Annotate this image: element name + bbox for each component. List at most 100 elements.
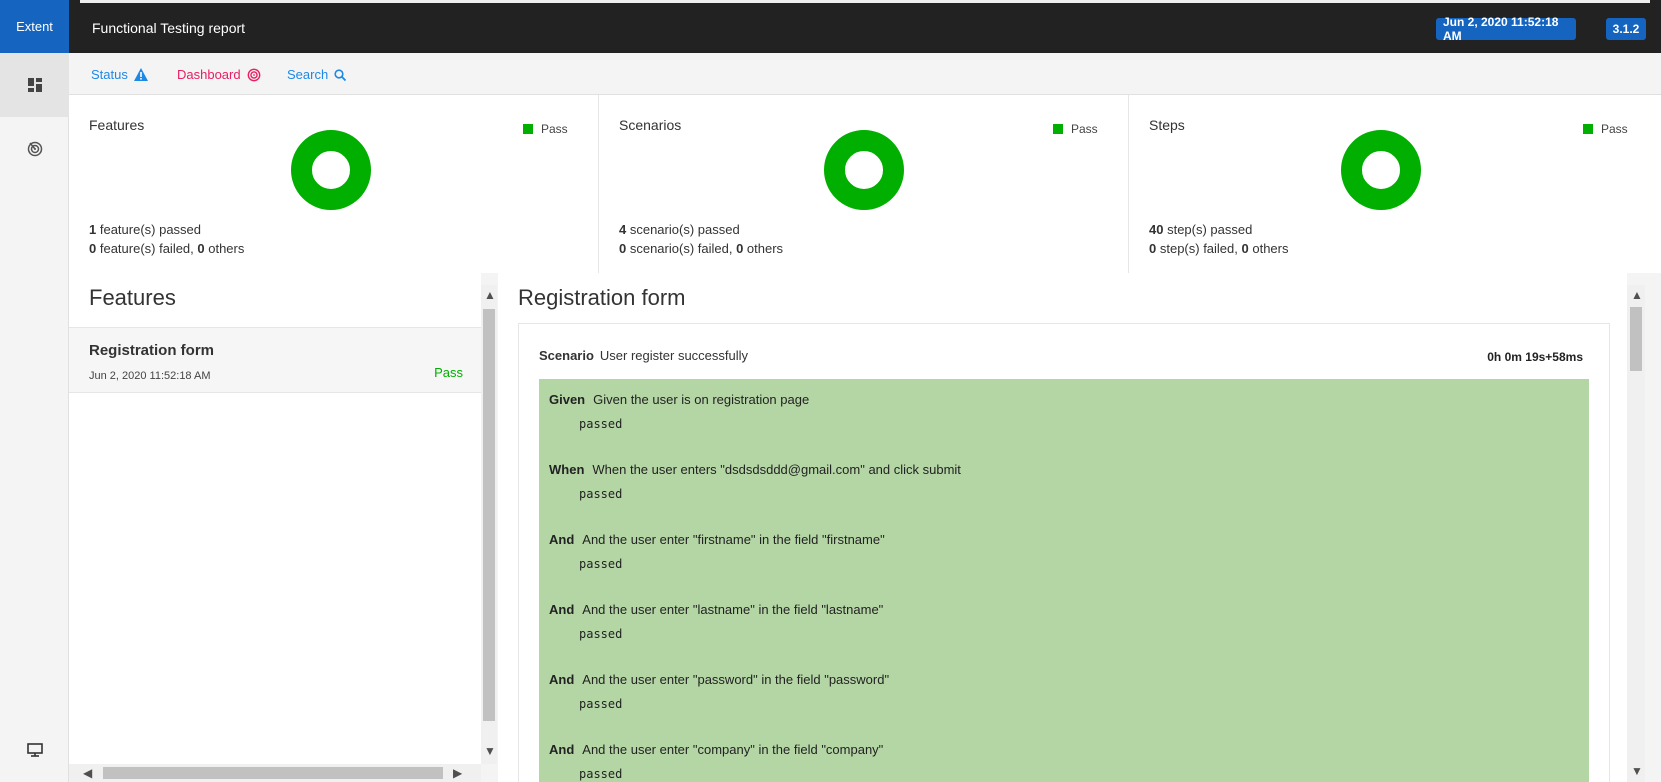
passed-summary: 40 step(s) passed <box>1149 222 1252 237</box>
passed-summary: 4 scenario(s) passed <box>619 222 740 237</box>
step-line: And And the user enter "lastname" in the … <box>549 602 883 617</box>
scenarios-card: Scenarios Pass 4 scenario(s) passed 0 sc… <box>599 95 1129 273</box>
step-text: And the user enter "firstname" in the fi… <box>582 532 885 547</box>
dashboard-link[interactable]: Dashboard <box>177 67 261 82</box>
feature-list-item[interactable]: Registration form Jun 2, 2020 11:52:18 A… <box>69 327 481 393</box>
step-text: When the user enters "dsdsdsddd@gmail.co… <box>592 462 961 477</box>
chart-legend: Pass <box>523 122 568 136</box>
others-text: others <box>743 241 784 256</box>
detail-vertical-scrollbar[interactable]: ▲ ▼ <box>1627 285 1645 782</box>
step-keyword: When <box>549 462 585 477</box>
step-status: passed <box>579 417 623 431</box>
legend-label: Pass <box>1601 122 1628 136</box>
scenario-name: User register successfully <box>599 348 749 363</box>
features-vertical-scrollbar[interactable]: ▲ ▼ <box>481 285 497 764</box>
scenario-card: Scenario User register successfully 0h 0m… <box>518 323 1610 782</box>
search-link-label: Search <box>287 67 329 82</box>
failed-summary: 0 feature(s) failed, 0 others <box>89 241 244 256</box>
donut-pass-segment <box>291 130 371 210</box>
step-keyword: And <box>549 742 575 757</box>
chart-legend: Pass <box>1053 122 1098 136</box>
failed-summary: 0 step(s) failed, 0 others <box>1149 241 1288 256</box>
step-line: And And the user enter "password" in the … <box>549 672 889 687</box>
features-panel: Features Registration form Jun 2, 2020 1… <box>69 273 481 782</box>
report-date-badge: Jun 2, 2020 11:52:18 AM <box>1436 15 1576 43</box>
top-strip <box>80 0 1650 3</box>
version-badge: 3.1.2 <box>1606 18 1646 40</box>
step-line: When When the user enters "dsdsdsddd@gmai… <box>549 462 961 477</box>
feature-detail-panel: Registration form Scenario User register … <box>498 273 1627 782</box>
status-link[interactable]: Status <box>91 67 148 82</box>
nav-radar-view[interactable] <box>0 117 69 181</box>
step-item: And And the user enter "firstname" in the… <box>549 519 1579 579</box>
warning-icon <box>133 68 148 81</box>
features-horizontal-scrollbar[interactable]: ◀ ▶ <box>69 764 481 782</box>
features-donut-chart <box>291 130 371 210</box>
scroll-up-arrow-icon[interactable]: ▲ <box>1631 289 1643 301</box>
step-status: passed <box>579 627 623 641</box>
others-text: others <box>204 241 245 256</box>
others-count: 0 <box>1241 241 1249 256</box>
step-line: Given Given the user is on registration p… <box>549 392 809 407</box>
donut-pass-segment <box>1341 130 1421 210</box>
failed-text: step(s) failed, <box>1156 241 1242 256</box>
step-status: passed <box>579 697 623 711</box>
step-keyword: Given <box>549 392 586 407</box>
scenarios-donut-chart <box>824 130 904 210</box>
dashboard-grid-icon <box>27 78 42 92</box>
passed-count: 40 <box>1149 222 1164 237</box>
scroll-down-arrow-icon[interactable]: ▼ <box>1631 765 1643 777</box>
step-status: passed <box>579 487 623 501</box>
scrollbar-thumb[interactable] <box>483 309 495 721</box>
nav-dashboard-view[interactable] <box>0 53 69 117</box>
failed-text: feature(s) failed, <box>96 241 198 256</box>
card-title: Scenarios <box>619 117 682 133</box>
card-title: Steps <box>1149 117 1185 133</box>
scenario-duration: 0h 0m 19s+58ms <box>1487 350 1583 364</box>
step-item: Given Given the user is on registration p… <box>549 379 1579 439</box>
step-item: And And the user enter "lastname" in the … <box>549 589 1579 649</box>
step-text: And the user enter "company" in the fiel… <box>582 742 884 757</box>
step-line: And And the user enter "firstname" in the… <box>549 532 885 547</box>
legend-swatch <box>1053 124 1063 134</box>
passed-text: feature(s) passed <box>96 222 202 237</box>
donut-pass-segment <box>824 130 904 210</box>
step-text: And the user enter "password" in the fie… <box>582 672 890 687</box>
legend-label: Pass <box>1071 122 1098 136</box>
steps-card: Steps Pass 40 step(s) passed 0 step(s) f… <box>1129 95 1661 273</box>
radar-icon <box>247 68 260 81</box>
chart-legend: Pass <box>1583 122 1628 136</box>
scrollbar-thumb[interactable] <box>1630 307 1642 371</box>
step-item: And And the user enter "company" in the f… <box>549 729 1579 782</box>
scroll-down-arrow-icon[interactable]: ▼ <box>484 745 496 757</box>
search-link[interactable]: Search <box>287 67 347 82</box>
failed-text: scenario(s) failed, <box>626 241 737 256</box>
top-bar: Extent Functional Testing report Jun 2, … <box>0 0 1661 53</box>
monitor-icon <box>26 743 43 757</box>
legend-swatch <box>523 124 533 134</box>
brand-logo[interactable]: Extent <box>0 0 69 53</box>
card-title: Features <box>89 117 145 133</box>
failed-summary: 0 scenario(s) failed, 0 others <box>619 241 783 256</box>
nav-environment[interactable] <box>0 718 69 782</box>
scrollbar-thumb[interactable] <box>103 767 443 779</box>
step-keyword: And <box>549 532 575 547</box>
scroll-left-arrow-icon[interactable]: ◀ <box>83 767 92 779</box>
feature-detail-title: Registration form <box>518 285 686 310</box>
step-status: passed <box>579 557 623 571</box>
features-heading: Features <box>89 285 176 310</box>
scroll-right-arrow-icon[interactable]: ▶ <box>453 767 462 779</box>
dashboard-link-label: Dashboard <box>177 67 241 82</box>
others-count: 0 <box>197 241 205 256</box>
step-text: Given the user is on registration page <box>593 392 810 407</box>
others-text: others <box>1248 241 1289 256</box>
step-status: passed <box>579 767 623 781</box>
step-line: And And the user enter "company" in the f… <box>549 742 883 757</box>
scenario-header[interactable]: Scenario User register successfully <box>539 348 748 363</box>
feature-date: Jun 2, 2020 11:52:18 AM <box>89 370 211 382</box>
summary-cards: Features Pass 1 feature(s) passed 0 feat… <box>69 95 1661 273</box>
status-link-label: Status <box>91 67 128 82</box>
passed-summary: 1 feature(s) passed <box>89 222 201 237</box>
scroll-up-arrow-icon[interactable]: ▲ <box>484 289 496 301</box>
step-item: And And the user enter "password" in the … <box>549 659 1579 719</box>
